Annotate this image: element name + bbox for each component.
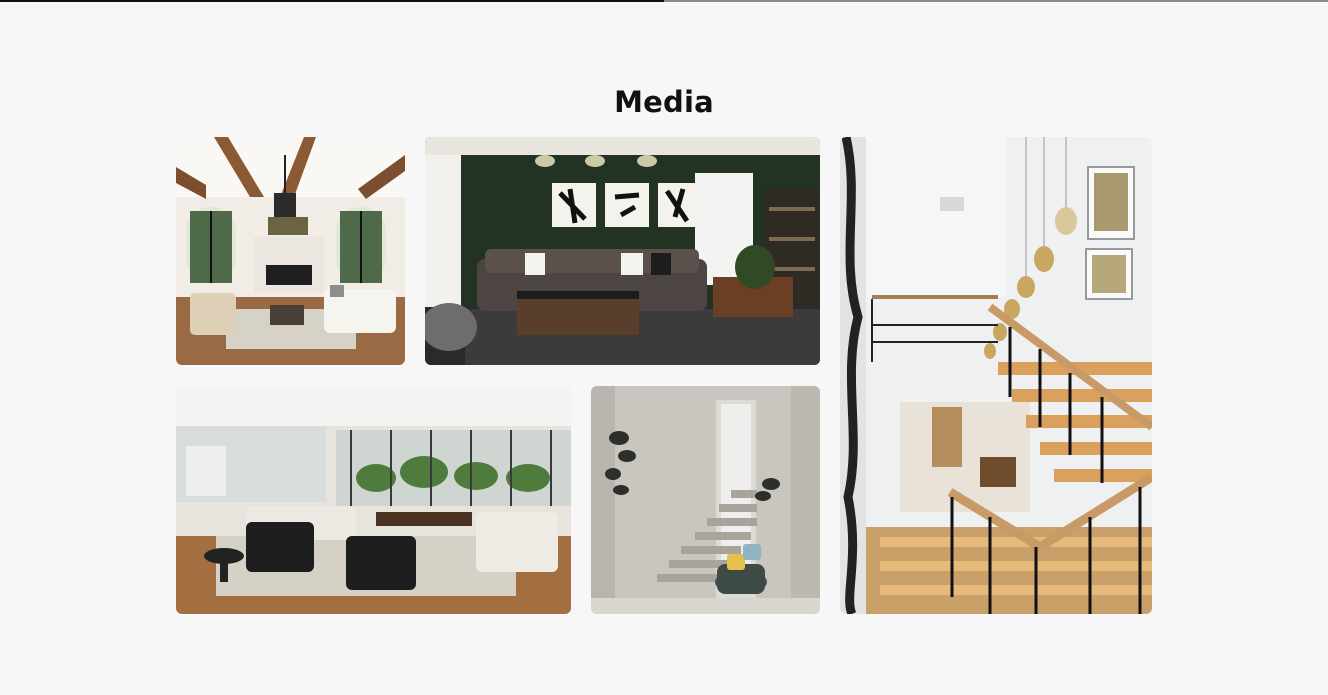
open-plan-living-room-image — [176, 386, 571, 614]
top-border-left — [0, 0, 664, 2]
gallery-item-open-plan[interactable] — [176, 386, 571, 614]
gallery-item-dark-lounge[interactable] — [425, 137, 820, 365]
minimal-stairs-chair-image — [591, 386, 820, 614]
dark-green-lounge-image — [425, 137, 820, 365]
section-title: Media — [614, 85, 714, 119]
top-border-right — [664, 0, 1328, 2]
living-room-wood-beams-image — [176, 137, 405, 365]
gallery-item-living-room[interactable] — [176, 137, 405, 365]
gallery-item-minimal-stairs[interactable] — [591, 386, 820, 614]
staircase-pendant-lights-image — [840, 137, 1152, 614]
gallery-item-staircase[interactable] — [840, 137, 1152, 614]
